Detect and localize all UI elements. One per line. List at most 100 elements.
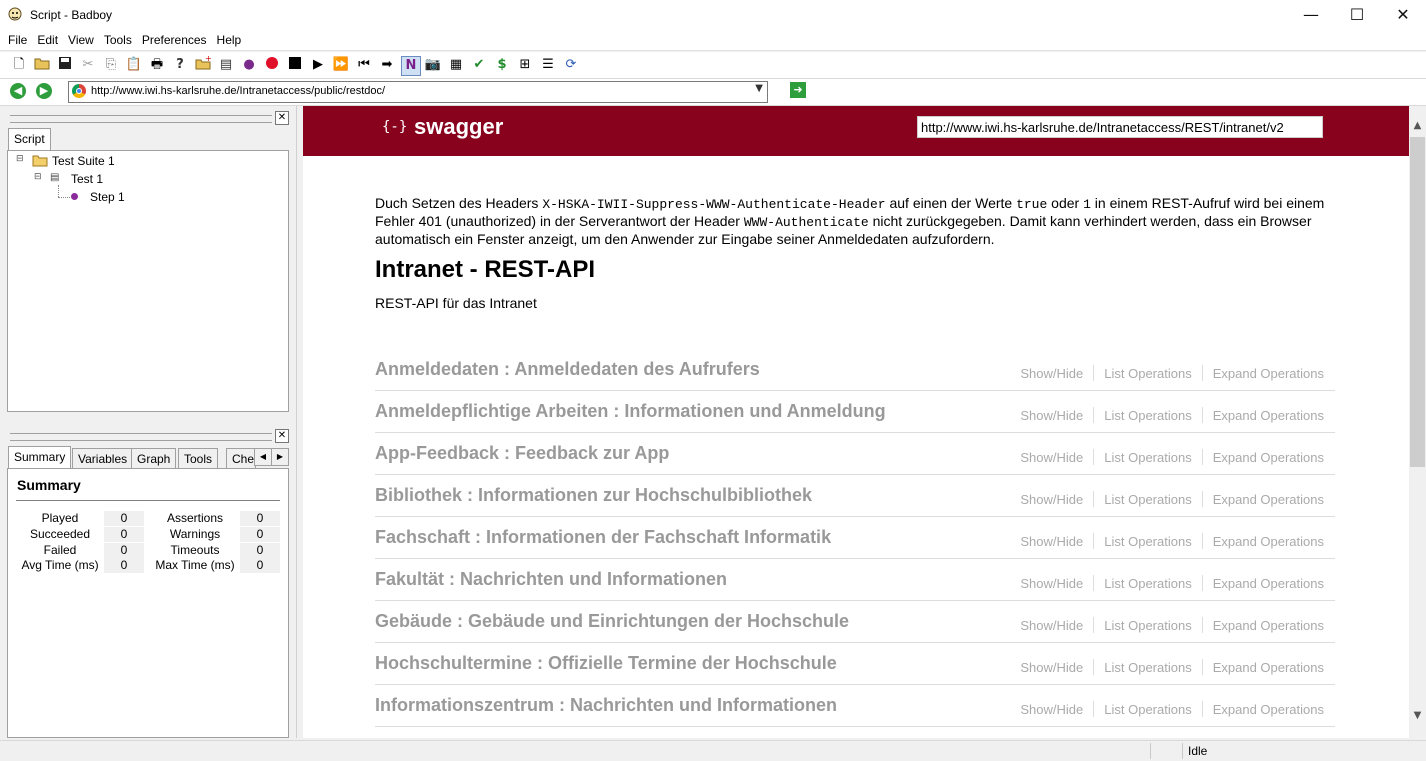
expand-operations-link[interactable]: Expand Operations [1213,660,1324,675]
show-hide-link[interactable]: Show/Hide [1020,492,1083,507]
open-icon[interactable] [33,56,51,74]
copy-icon[interactable]: ⎘ [102,56,120,74]
add-item-icon[interactable]: ● [240,56,258,74]
add-step-icon[interactable]: ▤ [217,56,235,74]
chevron-down-icon[interactable]: ▼ [755,83,763,94]
expand-operations-link[interactable]: Expand Operations [1213,450,1324,465]
tab-scroll-left-icon[interactable]: ◀ [254,448,272,466]
expand-operations-link[interactable]: Expand Operations [1213,534,1324,549]
menu-preferences[interactable]: Preferences [137,30,212,50]
expand-operations-link[interactable]: Expand Operations [1213,618,1324,633]
back-button[interactable]: ◀ [10,83,26,99]
tree-item-test-suite[interactable]: Test Suite 1 [52,154,115,168]
summary-panel-grip[interactable] [10,433,272,441]
resource-title[interactable]: Fachschaft : Informationen der Fachschaf… [375,527,831,548]
show-hide-link[interactable]: Show/Hide [1020,702,1083,717]
script-panel-grip[interactable] [10,115,272,123]
resource-title[interactable]: Anmeldedaten : Anmeldedaten des Aufrufer… [375,359,760,380]
show-hide-link[interactable]: Show/Hide [1020,576,1083,591]
list-operations-link[interactable]: List Operations [1104,660,1191,675]
new-icon[interactable]: 🗋 [10,56,28,74]
expand-operations-link[interactable]: Expand Operations [1213,576,1324,591]
new-folder-icon[interactable]: + [194,54,212,74]
minimize-button[interactable]: — [1288,0,1334,30]
record-icon[interactable] [263,56,281,74]
show-hide-link[interactable]: Show/Hide [1020,618,1083,633]
url-input[interactable]: http://www.iwi.hs-karlsruhe.de/Intraneta… [68,81,768,103]
show-hide-link[interactable]: Show/Hide [1020,534,1083,549]
collapse-icon[interactable]: ⊟ [16,154,24,164]
vertical-scrollbar[interactable]: ▲ ▼ [1409,117,1426,738]
show-hide-link[interactable]: Show/Hide [1020,660,1083,675]
cut-icon[interactable]: ✂ [79,56,97,74]
list-operations-link[interactable]: List Operations [1104,366,1191,381]
go-button[interactable]: ➜ [790,82,806,98]
check-icon[interactable]: ✔ [470,56,488,74]
table-icon[interactable]: ⊞ [516,56,534,74]
api-url-input[interactable]: http://www.iwi.hs-karlsruhe.de/Intraneta… [917,116,1323,138]
tree-item-step[interactable]: Step 1 [90,190,125,204]
expand-operations-link[interactable]: Expand Operations [1213,366,1324,381]
tab-scroll-right-icon[interactable]: ▶ [271,448,289,466]
tab-variables[interactable]: Variables [72,448,134,468]
list-operations-link[interactable]: List Operations [1104,618,1191,633]
page-icon[interactable]: ▦ [447,56,465,74]
list-operations-link[interactable]: List Operations [1104,702,1191,717]
tab-script[interactable]: Script [8,128,51,150]
expand-operations-link[interactable]: Expand Operations [1213,702,1324,717]
close-button[interactable]: ✕ [1380,0,1426,30]
resource-title[interactable]: Gebäude : Gebäude und Einrichtungen der … [375,611,849,632]
swagger-brand[interactable]: swagger [414,114,503,140]
show-hide-link[interactable]: Show/Hide [1020,408,1083,423]
play-icon[interactable]: ▶ [309,56,327,74]
list-operations-link[interactable]: List Operations [1104,408,1191,423]
variable-icon[interactable]: $ [493,56,511,74]
paste-icon[interactable]: 📋 [125,56,143,74]
tab-checks[interactable]: Che [226,448,256,468]
tab-graph[interactable]: Graph [131,448,177,468]
collapse-icon[interactable]: ⊟ [34,172,42,182]
save-icon[interactable] [56,56,74,74]
maximize-button[interactable]: ☐ [1334,0,1380,30]
menu-view[interactable]: View [63,30,99,50]
resource-title[interactable]: Fakultät : Nachrichten und Informationen [375,569,727,590]
list-operations-link[interactable]: List Operations [1104,492,1191,507]
scroll-up-icon[interactable]: ▲ [1409,120,1426,131]
navigation-icon[interactable]: N [401,56,421,76]
scroll-down-icon[interactable]: ▼ [1409,710,1426,721]
screenshot-icon[interactable]: 📷 [424,56,442,74]
step-forward-icon[interactable]: ➡ [378,56,396,74]
refresh-icon[interactable]: ⟳ [562,56,580,74]
tab-summary[interactable]: Summary [8,446,72,468]
tab-tools[interactable]: Tools [178,448,219,468]
show-hide-link[interactable]: Show/Hide [1020,366,1083,381]
tree-icon[interactable]: ☰ [539,56,557,74]
forward-button[interactable]: ▶ [36,83,52,99]
print-icon[interactable]: 🖶 [148,56,166,74]
resource-title[interactable]: Hochschultermine : Offizielle Termine de… [375,653,837,674]
scrollbar-thumb[interactable] [1410,137,1425,467]
menu-file[interactable]: File [0,30,32,50]
help-icon[interactable]: ? [171,56,189,74]
list-operations-link[interactable]: List Operations [1104,534,1191,549]
resource-title[interactable]: Bibliothek : Informationen zur Hochschul… [375,485,812,506]
rewind-icon[interactable]: ⏮ [355,56,373,74]
menu-tools[interactable]: Tools [99,30,137,50]
stop-icon[interactable] [286,56,304,74]
resource-title[interactable]: App-Feedback : Feedback zur App [375,443,669,464]
list-operations-link[interactable]: List Operations [1104,576,1191,591]
resource-ops: Show/Hide List Operations Expand Operation… [1020,617,1324,633]
menu-help[interactable]: Help [212,30,247,50]
menu-edit[interactable]: Edit [32,30,63,50]
play-all-icon[interactable]: ⏩ [332,56,350,74]
expand-operations-link[interactable]: Expand Operations [1213,492,1324,507]
resource-title[interactable]: Informationszentrum : Nachrichten und In… [375,695,837,716]
resource-title[interactable]: Anmeldepflichtige Arbeiten : Information… [375,401,886,422]
show-hide-link[interactable]: Show/Hide [1020,450,1083,465]
swagger-logo-icon[interactable]: {-} [382,119,407,135]
list-operations-link[interactable]: List Operations [1104,450,1191,465]
close-icon[interactable]: ✕ [275,429,289,443]
tree-item-test[interactable]: Test 1 [71,172,103,186]
expand-operations-link[interactable]: Expand Operations [1213,408,1324,423]
close-icon[interactable]: ✕ [275,111,289,125]
